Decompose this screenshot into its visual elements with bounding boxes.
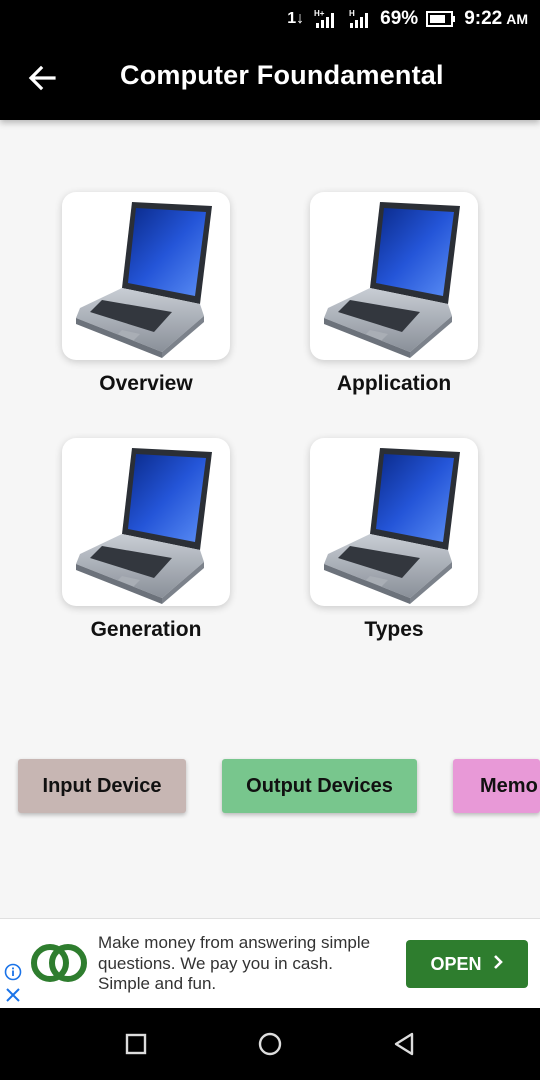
- laptop-image: [324, 202, 460, 358]
- card-label-application[interactable]: Application: [294, 372, 494, 396]
- back-arrow-icon[interactable]: [26, 62, 58, 94]
- clock: 9:22 AM: [464, 8, 528, 29]
- chevron-right-icon: [492, 954, 504, 975]
- ad-open-button[interactable]: OPEN: [406, 940, 528, 988]
- battery-percent: 69%: [380, 8, 419, 29]
- ad-logo-icon: [30, 941, 88, 990]
- ad-text: Make money from answering simple questio…: [98, 933, 371, 993]
- app-bar: Computer Foundamental: [0, 38, 540, 120]
- battery-icon: [426, 10, 456, 28]
- status-bar: 1↓ H+ H 69% 9:22 AM: [0, 0, 540, 38]
- system-nav-bar: [0, 1008, 540, 1080]
- ad-open-label: OPEN: [430, 953, 482, 974]
- laptop-image: [324, 448, 460, 604]
- card-label-types[interactable]: Types: [294, 618, 494, 642]
- signal-icon-1: H+: [312, 9, 338, 29]
- data-activity-icon: 1↓: [287, 10, 305, 27]
- laptop-image: [76, 202, 212, 358]
- card-label-overview[interactable]: Overview: [46, 372, 246, 396]
- page-title: Computer Foundamental: [120, 60, 444, 90]
- svg-text:H: H: [349, 9, 355, 18]
- recents-square-icon[interactable]: [122, 1030, 150, 1058]
- ad-banner[interactable]: Make money from answering simple questio…: [0, 918, 540, 1009]
- back-triangle-icon[interactable]: [390, 1030, 418, 1058]
- signal-icon-2: H: [346, 9, 372, 29]
- svg-text:H+: H+: [314, 9, 325, 18]
- memory-button[interactable]: Memo: [453, 759, 540, 813]
- card-application[interactable]: [310, 192, 478, 360]
- card-overview[interactable]: [62, 192, 230, 360]
- card-generation[interactable]: [62, 438, 230, 606]
- home-circle-icon[interactable]: [256, 1030, 284, 1058]
- card-types[interactable]: [310, 438, 478, 606]
- info-icon[interactable]: [4, 963, 22, 986]
- laptop-image: [76, 448, 212, 604]
- card-label-generation[interactable]: Generation: [46, 618, 246, 642]
- output-devices-button[interactable]: Output Devices: [222, 759, 417, 813]
- close-icon[interactable]: [5, 987, 21, 1008]
- input-device-button[interactable]: Input Device: [18, 759, 186, 813]
